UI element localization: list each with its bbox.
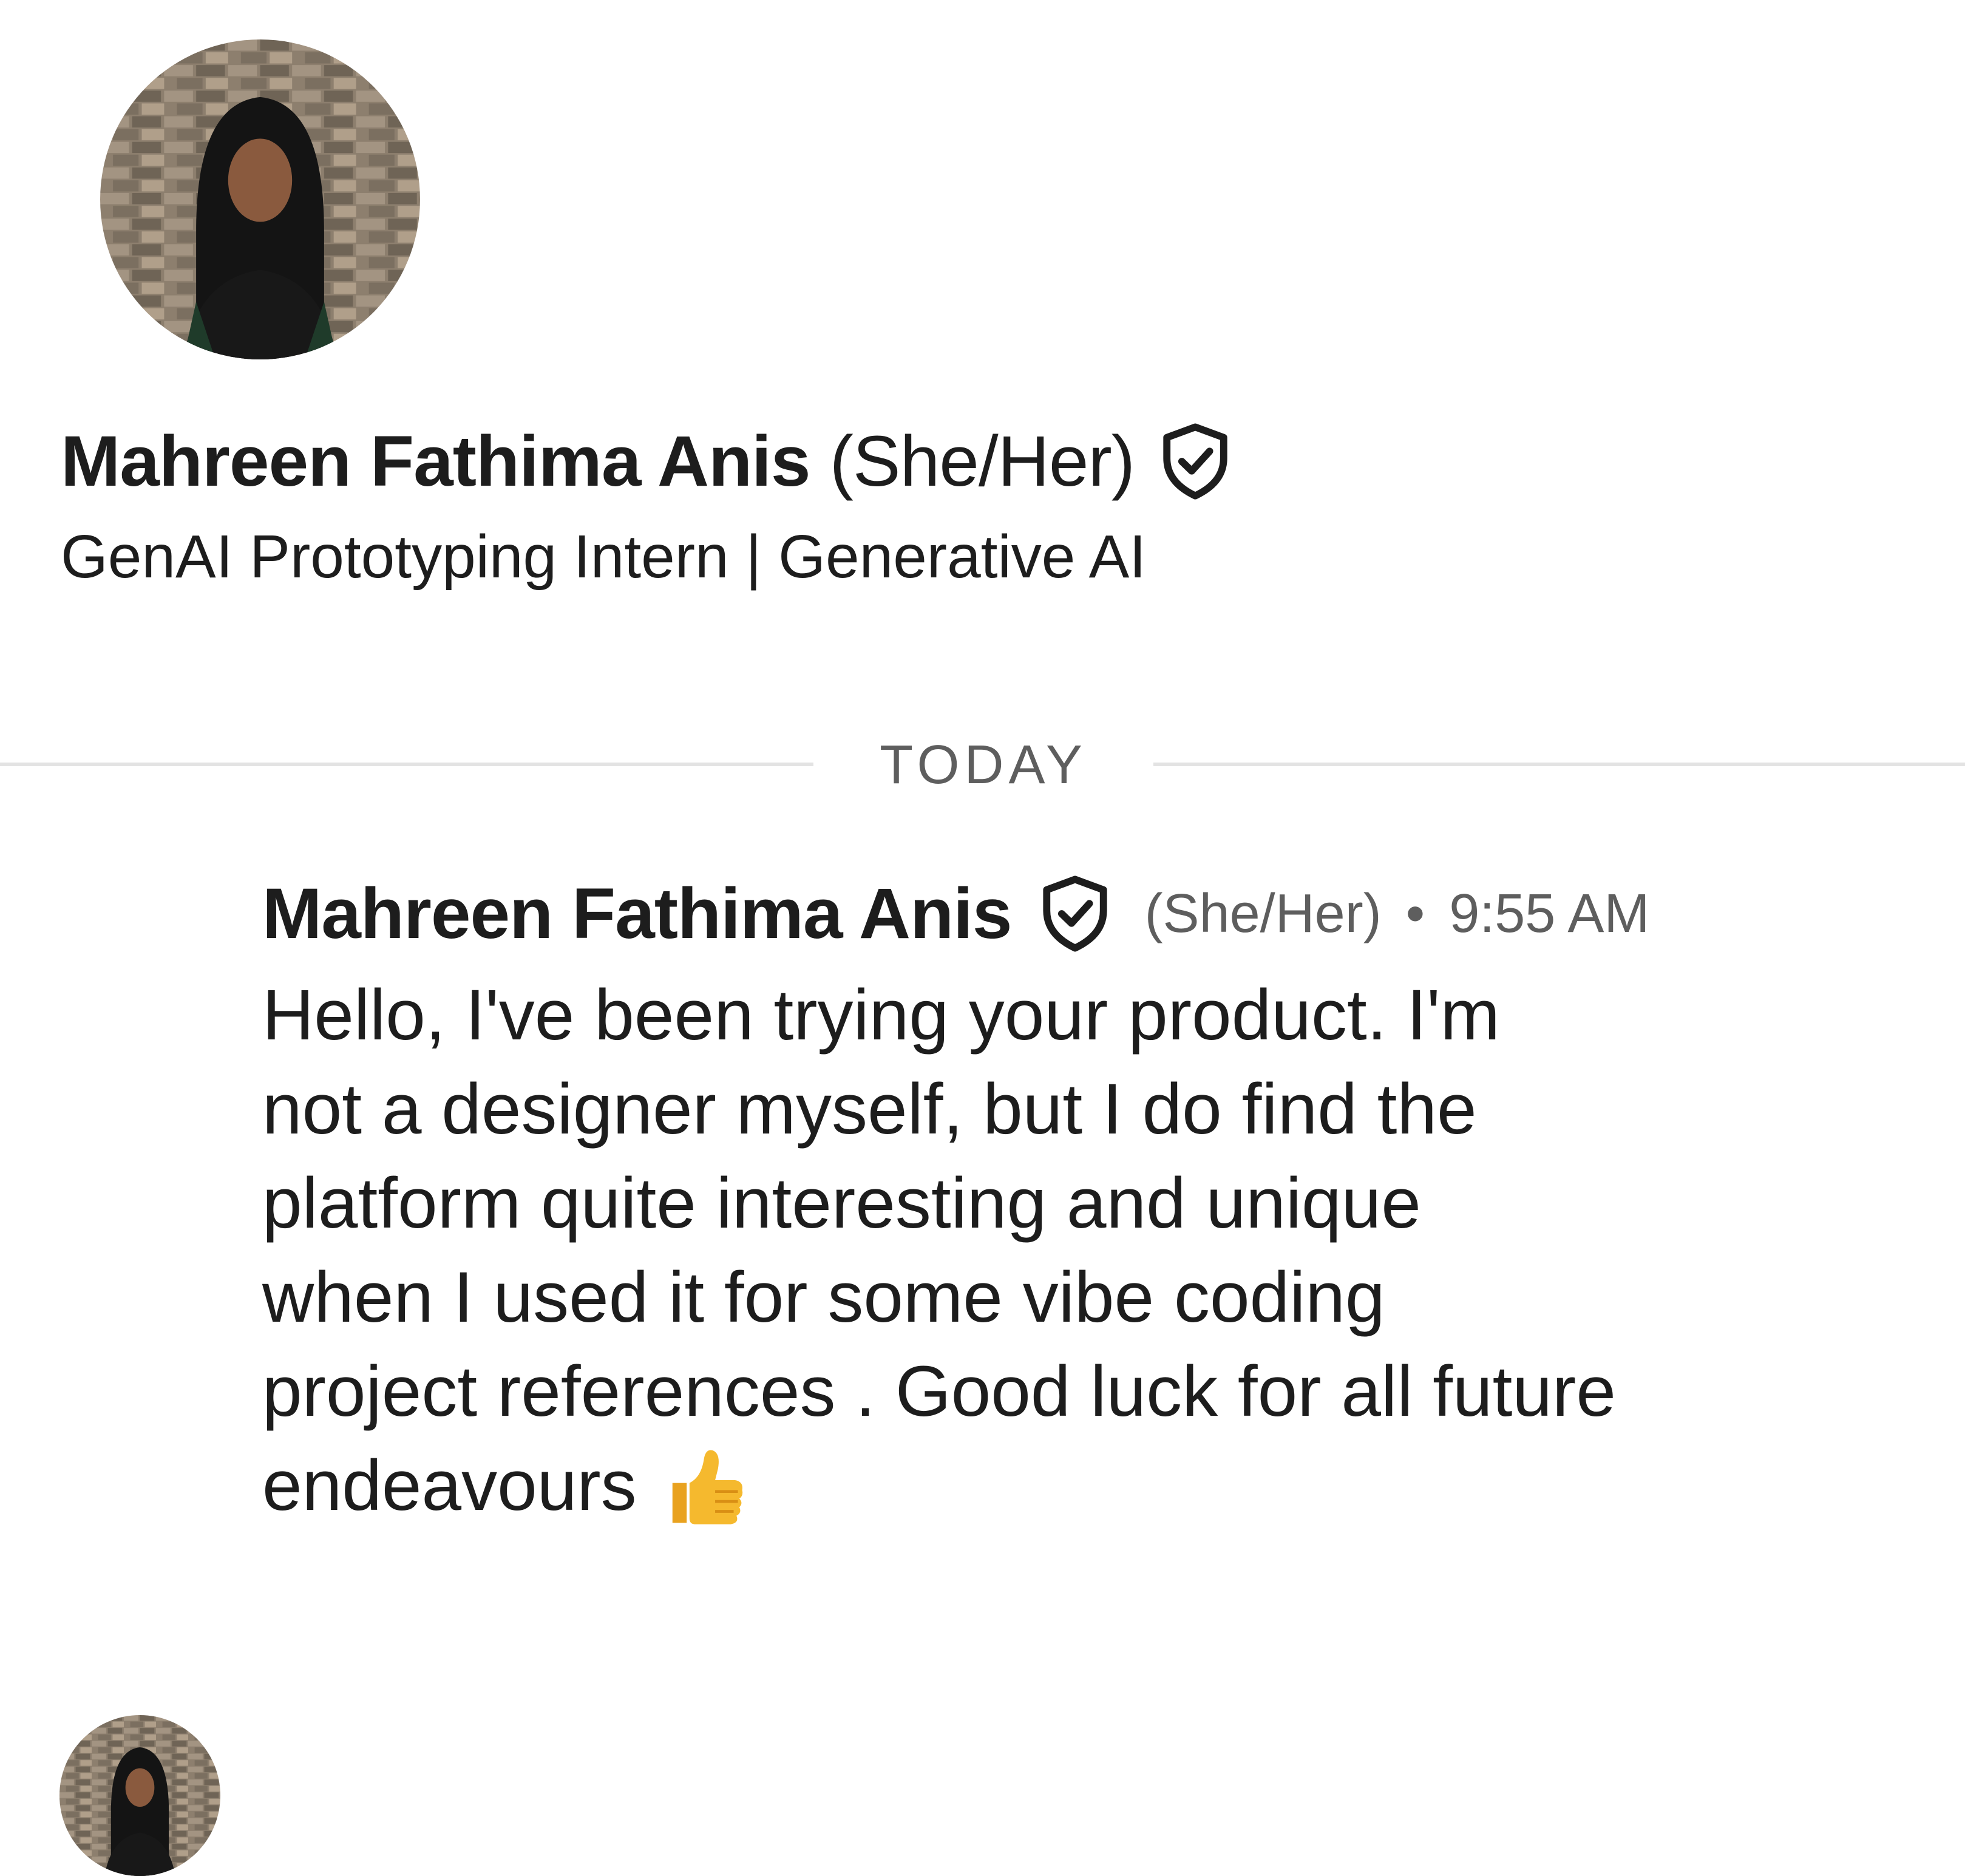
date-label: TODAY (880, 735, 1087, 795)
message-last-line: endeavours (262, 1439, 1841, 1534)
thumbs-up-icon (661, 1443, 752, 1534)
message-line: endeavours (262, 1446, 637, 1526)
verified-shield-icon[interactable] (1159, 423, 1232, 500)
profile-name[interactable]: Mahreen Fathima Anis (61, 420, 811, 503)
message-sender-pronouns: (She/Her) (1144, 883, 1382, 944)
message-sender-avatar[interactable] (59, 1715, 220, 1876)
profile-headline: GenAI Prototyping Intern | Generative AI (61, 523, 1147, 591)
message-line: when I used it for some vibe coding (262, 1257, 1385, 1337)
message-line: not a designer myself, but I do find the (262, 1069, 1477, 1149)
profile-pronouns: (She/Her) (829, 421, 1135, 501)
divider-line-left (0, 763, 813, 766)
message-line: Hello, I've been trying your product. I'… (262, 975, 1500, 1055)
avatar-photo-icon (100, 39, 420, 359)
message-line: platform quite interesting and unique (262, 1163, 1421, 1243)
message-timestamp: 9:55 AM (1449, 883, 1650, 944)
message-body: Hello, I've been trying your product. I'… (262, 968, 1841, 1534)
divider-line-right (1153, 763, 1965, 766)
avatar-photo-icon (59, 1715, 220, 1876)
message-sender-name[interactable]: Mahreen Fathima Anis (262, 872, 1013, 955)
profile-avatar[interactable] (100, 39, 420, 359)
message-header: Mahreen Fathima Anis (She/Her) • 9:55 AM (262, 862, 1649, 965)
message-line: project references . Good luck for all f… (262, 1351, 1616, 1432)
verified-shield-icon[interactable] (1039, 875, 1111, 953)
separator-dot: • (1405, 883, 1425, 944)
date-divider: TODAY (0, 729, 1965, 801)
profile-name-line: Mahreen Fathima Anis (She/Her) (61, 419, 1232, 504)
